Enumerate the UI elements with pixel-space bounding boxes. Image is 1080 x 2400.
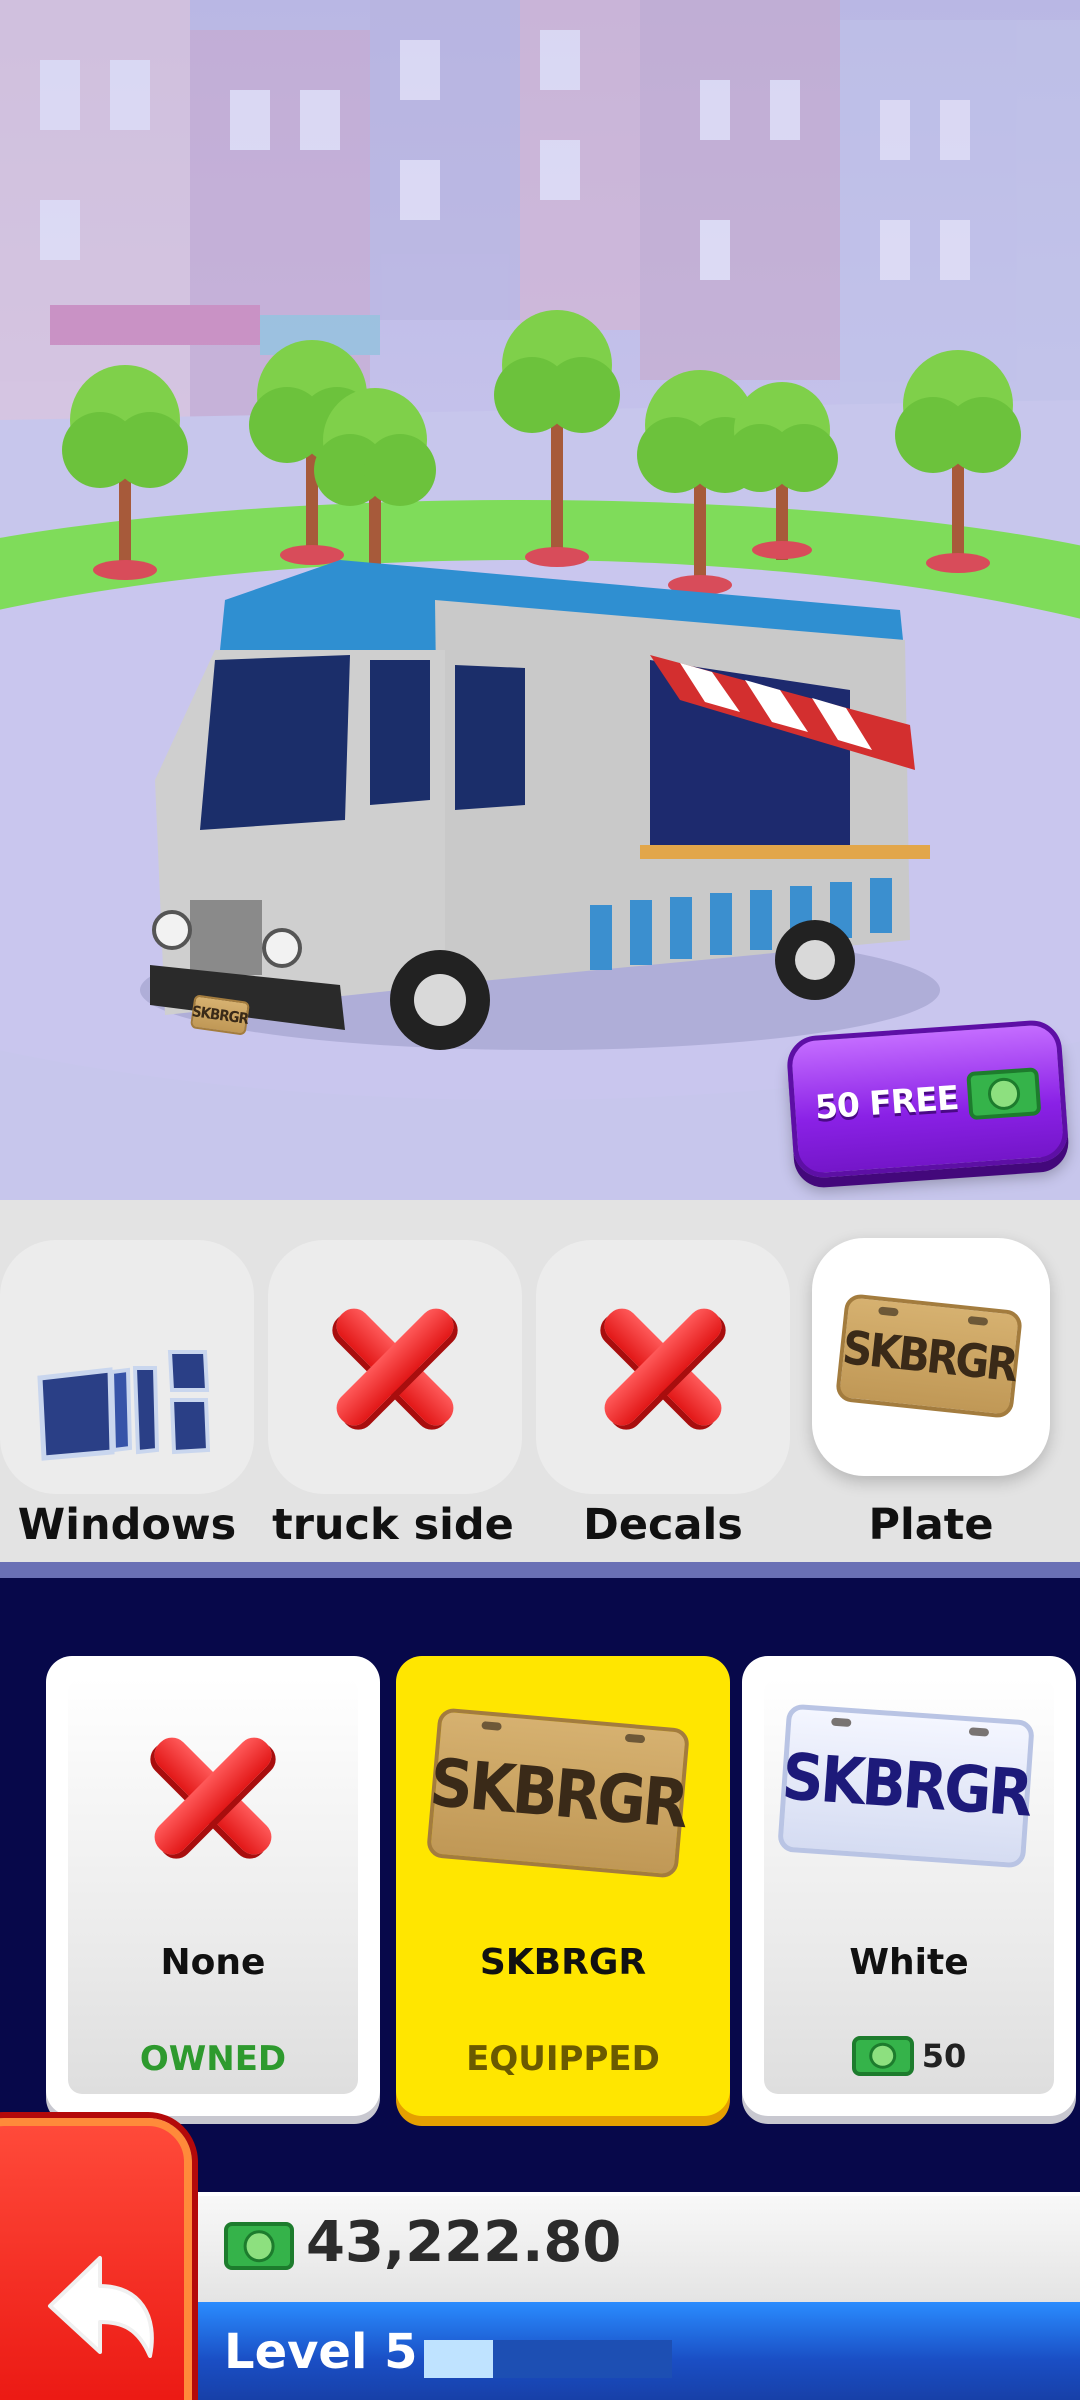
free-cash-button[interactable]: 50 FREE — [785, 1018, 1070, 1180]
category-label-windows: Windows — [17, 1500, 237, 1550]
truck-preview-scene: SKBRGR 50 FREE — [0, 0, 1080, 1200]
item-plate-text: SKBRGR — [779, 1740, 1033, 1832]
category-label-plate: Plate — [868, 1500, 994, 1550]
cash-icon — [851, 2036, 914, 2076]
item-name: None — [160, 1942, 266, 1983]
red-x-icon — [613, 1317, 713, 1417]
cash-icon — [224, 2222, 294, 2270]
cash-icon — [966, 1067, 1042, 1121]
category-label-truck-side: truck side — [272, 1500, 514, 1550]
level-label: Level 5 — [224, 2324, 418, 2380]
free-cash-label: 50 FREE — [813, 1077, 960, 1127]
back-arrow-icon — [48, 2256, 154, 2358]
item-name: SKBRGR — [479, 1942, 647, 1983]
item-price: 50 — [742, 2036, 1076, 2076]
cash-display: 43,222.80 — [196, 2192, 1080, 2302]
item-card-none[interactable]: None OWNED — [46, 1656, 380, 2116]
truck-plate-text: SKBRGR — [190, 1002, 250, 1028]
gold-plate-icon: SKBRGR — [425, 1707, 691, 1879]
item-status-owned: OWNED — [139, 2039, 287, 2079]
item-name: White — [849, 1942, 969, 1983]
item-status-equipped: EQUIPPED — [466, 2039, 660, 2079]
category-truck-side[interactable] — [268, 1240, 522, 1494]
level-progress-track — [424, 2340, 672, 2378]
back-button[interactable] — [0, 2118, 192, 2400]
level-progress-fill — [424, 2340, 494, 2378]
cash-amount: 43,222.80 — [306, 2210, 622, 2275]
category-windows[interactable] — [0, 1240, 254, 1494]
white-plate-icon: SKBRGR — [777, 1703, 1035, 1869]
level-bar: Level 5 — [196, 2302, 1080, 2400]
plate-icon-text: SKBRGR — [840, 1320, 1018, 1392]
item-plate-text: SKBRGR — [427, 1743, 689, 1843]
street-background — [0, 0, 1080, 1200]
category-decals[interactable] — [536, 1240, 790, 1494]
windows-parts-icon — [37, 1350, 211, 1461]
gold-plate-icon: SKBRGR — [834, 1292, 1024, 1420]
category-plate[interactable]: SKBRGR — [812, 1238, 1050, 1476]
red-x-icon — [163, 1746, 263, 1846]
item-card-white[interactable]: SKBRGR White 50 — [742, 1656, 1076, 2116]
category-bar: Windows truck side Decals SKBRGR Plate — [0, 1200, 1080, 1578]
item-price-value: 50 — [921, 2037, 967, 2075]
item-card-skbrgr[interactable]: SKBRGR SKBRGR EQUIPPED — [396, 1656, 730, 2116]
red-x-icon — [345, 1317, 445, 1417]
category-label-decals: Decals — [583, 1500, 743, 1550]
